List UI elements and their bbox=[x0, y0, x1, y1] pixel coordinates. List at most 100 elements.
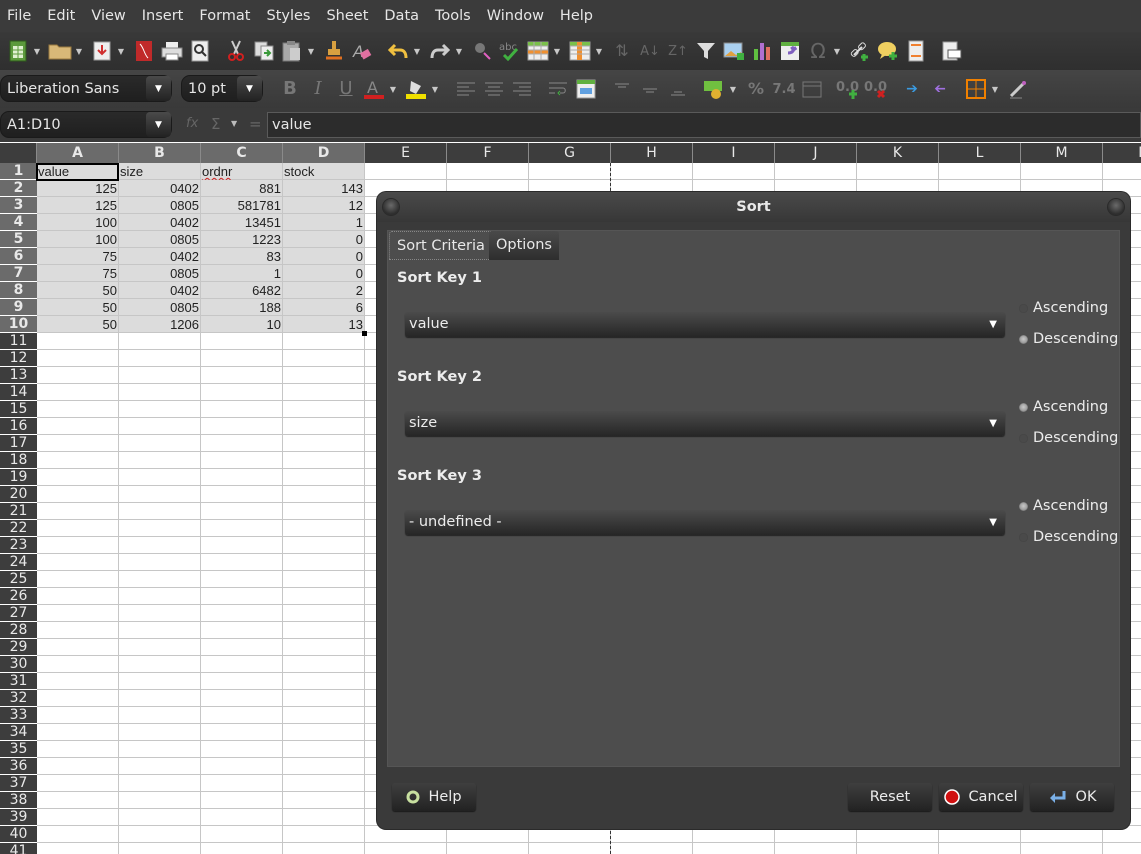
menu-help[interactable]: Help bbox=[553, 0, 602, 32]
row-header-9[interactable]: 9 bbox=[0, 299, 37, 316]
menu-sheet[interactable]: Sheet bbox=[319, 0, 377, 32]
menu-data[interactable]: Data bbox=[377, 0, 428, 32]
column-header-j[interactable]: J bbox=[775, 143, 857, 163]
cancel-button[interactable]: Cancel bbox=[939, 783, 1023, 811]
highlight-dropdown-icon[interactable]: ▼ bbox=[430, 85, 440, 94]
chevron-down-icon[interactable]: ▼ bbox=[146, 112, 171, 137]
row-icon[interactable] bbox=[526, 39, 550, 63]
special-character-dropdown-icon[interactable]: ▼ bbox=[832, 47, 842, 56]
data-cell[interactable]: 1223 bbox=[201, 231, 282, 248]
column-dropdown-icon[interactable]: ▼ bbox=[594, 47, 604, 56]
percent-format-icon[interactable]: % bbox=[744, 77, 768, 101]
data-cell[interactable]: 188 bbox=[201, 299, 282, 316]
sort-key-2-ascending-radio[interactable]: Ascending bbox=[1019, 399, 1108, 415]
row-header-21[interactable]: 21 bbox=[0, 503, 37, 520]
data-cell[interactable]: 13451 bbox=[201, 214, 282, 231]
data-cell[interactable]: 0402 bbox=[119, 282, 200, 299]
row-header-35[interactable]: 35 bbox=[0, 741, 37, 758]
data-cell[interactable]: 581781 bbox=[201, 197, 282, 214]
number-format-icon[interactable]: 7.4 bbox=[772, 77, 796, 101]
border-style-icon[interactable] bbox=[1006, 77, 1030, 101]
data-cell[interactable]: 6 bbox=[283, 299, 364, 316]
data-cell[interactable]: 881 bbox=[201, 180, 282, 197]
merge-center-icon[interactable] bbox=[574, 77, 598, 101]
data-cell[interactable]: 6482 bbox=[201, 282, 282, 299]
row-header-33[interactable]: 33 bbox=[0, 707, 37, 724]
row-header-10[interactable]: 10 bbox=[0, 316, 37, 333]
row-header-8[interactable]: 8 bbox=[0, 282, 37, 299]
select-all-corner[interactable] bbox=[0, 143, 37, 163]
data-cell[interactable]: 12 bbox=[283, 197, 364, 214]
row-header-24[interactable]: 24 bbox=[0, 554, 37, 571]
sort-key-2-select[interactable]: size ▼ bbox=[405, 411, 1005, 436]
find-replace-icon[interactable] bbox=[470, 39, 494, 63]
borders-dropdown-icon[interactable]: ▼ bbox=[990, 85, 1000, 94]
hyperlink-icon[interactable] bbox=[848, 39, 872, 63]
data-cell[interactable]: 0805 bbox=[119, 231, 200, 248]
data-cell[interactable]: 50 bbox=[37, 299, 118, 316]
align-middle-icon[interactable] bbox=[638, 77, 662, 101]
sort-key-2-descending-radio[interactable]: Descending bbox=[1019, 430, 1118, 446]
data-cell[interactable]: 1 bbox=[283, 214, 364, 231]
row-header-11[interactable]: 11 bbox=[0, 333, 37, 350]
menu-insert[interactable]: Insert bbox=[135, 0, 193, 32]
formula-icon[interactable]: = bbox=[249, 115, 262, 133]
column-icon[interactable] bbox=[568, 39, 592, 63]
clone-formatting-icon[interactable] bbox=[322, 39, 346, 63]
menu-window[interactable]: Window bbox=[480, 0, 553, 32]
chevron-down-icon[interactable]: ▼ bbox=[146, 76, 171, 101]
font-color-dropdown-icon[interactable]: ▼ bbox=[388, 85, 398, 94]
row-header-39[interactable]: 39 bbox=[0, 809, 37, 826]
row-dropdown-icon[interactable]: ▼ bbox=[552, 47, 562, 56]
align-right-icon[interactable] bbox=[510, 77, 534, 101]
dialog-titlebar[interactable]: Sort bbox=[377, 192, 1130, 222]
fill-handle[interactable] bbox=[362, 331, 367, 336]
column-header-f[interactable]: F bbox=[447, 143, 529, 163]
data-cell[interactable]: 13 bbox=[283, 316, 364, 333]
data-cell[interactable]: 75 bbox=[37, 265, 118, 282]
redo-dropdown-icon[interactable]: ▼ bbox=[454, 47, 464, 56]
row-header-19[interactable]: 19 bbox=[0, 469, 37, 486]
row-header-4[interactable]: 4 bbox=[0, 214, 37, 231]
font-size-combo[interactable]: 10 pt ▼ bbox=[181, 75, 263, 102]
define-print-area-icon[interactable] bbox=[940, 39, 964, 63]
chevron-down-icon[interactable]: ▼ bbox=[237, 76, 262, 101]
sort-icon[interactable]: ⇅ bbox=[610, 39, 634, 63]
data-cell[interactable]: 0805 bbox=[119, 299, 200, 316]
row-header-28[interactable]: 28 bbox=[0, 622, 37, 639]
date-format-icon[interactable] bbox=[800, 77, 824, 101]
data-cell[interactable]: 83 bbox=[201, 248, 282, 265]
italic-icon[interactable]: I bbox=[306, 77, 330, 101]
row-header-23[interactable]: 23 bbox=[0, 537, 37, 554]
data-cell[interactable]: 1206 bbox=[119, 316, 200, 333]
row-header-36[interactable]: 36 bbox=[0, 758, 37, 775]
row-header-2[interactable]: 2 bbox=[0, 180, 37, 197]
row-header-12[interactable]: 12 bbox=[0, 350, 37, 367]
reset-button[interactable]: Reset bbox=[848, 783, 932, 811]
data-cell[interactable]: 0 bbox=[283, 265, 364, 282]
row-header-3[interactable]: 3 bbox=[0, 197, 37, 214]
add-decimal-icon[interactable]: 0.0 bbox=[836, 77, 860, 101]
menu-edit[interactable]: Edit bbox=[40, 0, 84, 32]
column-header-g[interactable]: G bbox=[529, 143, 611, 163]
sort-key-1-ascending-radio[interactable]: Ascending bbox=[1019, 300, 1108, 316]
data-cell[interactable]: 1 bbox=[201, 265, 282, 282]
data-cell[interactable]: 100 bbox=[37, 214, 118, 231]
column-header-c[interactable]: C bbox=[201, 143, 283, 163]
data-cell[interactable]: 0 bbox=[283, 231, 364, 248]
open-folder-icon[interactable] bbox=[48, 39, 72, 63]
row-header-27[interactable]: 27 bbox=[0, 605, 37, 622]
column-header-a[interactable]: A bbox=[37, 143, 119, 163]
row-header-25[interactable]: 25 bbox=[0, 571, 37, 588]
row-header-40[interactable]: 40 bbox=[0, 826, 37, 843]
column-header-i[interactable]: I bbox=[693, 143, 775, 163]
clear-formatting-icon[interactable]: A bbox=[350, 39, 374, 63]
formula-input[interactable]: value bbox=[267, 112, 1141, 138]
row-header-5[interactable]: 5 bbox=[0, 231, 37, 248]
row-header-6[interactable]: 6 bbox=[0, 248, 37, 265]
data-cell[interactable]: 50 bbox=[37, 282, 118, 299]
data-cell[interactable]: 0402 bbox=[119, 248, 200, 265]
data-cell[interactable]: 125 bbox=[37, 180, 118, 197]
headers-footers-icon[interactable] bbox=[904, 39, 928, 63]
function-wizard-icon[interactable]: fx bbox=[186, 116, 198, 131]
